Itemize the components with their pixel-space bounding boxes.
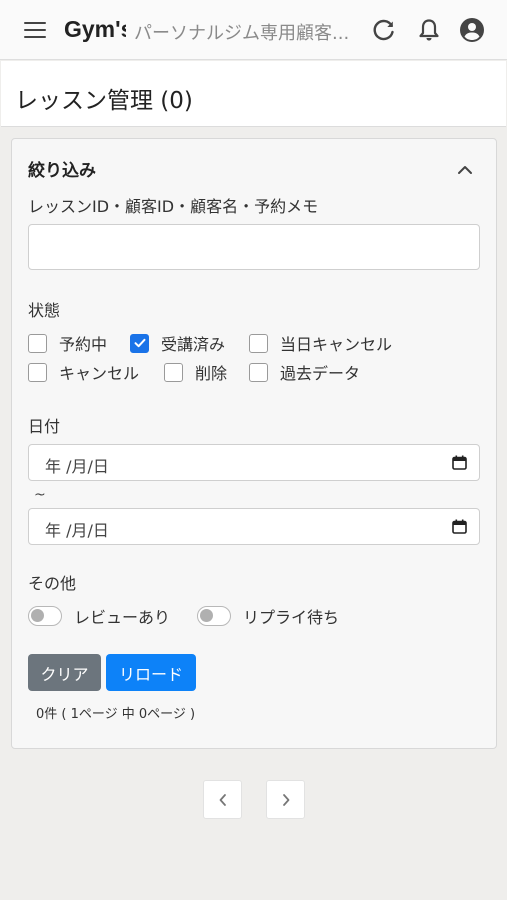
menu-icon[interactable] xyxy=(24,22,46,39)
calendar-icon[interactable] xyxy=(452,519,467,534)
toggle-switch[interactable] xyxy=(28,606,62,626)
date-to-placeholder: 年 /月/日 xyxy=(45,521,109,540)
bell-icon[interactable] xyxy=(416,17,442,43)
date-to-input[interactable]: 年 /月/日 xyxy=(28,508,480,545)
date-label: 日付 xyxy=(28,417,61,436)
reload-icon[interactable] xyxy=(371,17,397,43)
clear-button[interactable]: クリア xyxy=(28,654,101,691)
app-subtitle: パーソナルジム専用顧客... xyxy=(134,23,350,44)
checkbox-label: 受講済み xyxy=(161,335,226,354)
checkbox-label: 当日キャンセル xyxy=(280,335,393,354)
date-from-placeholder: 年 /月/日 xyxy=(45,457,109,476)
search-label: レッスンID・顧客ID・顧客名・予約メモ xyxy=(28,197,319,216)
reply-waiting-toggle[interactable]: リプライ待ち xyxy=(197,604,339,628)
other-label: その他 xyxy=(28,574,77,593)
checkbox-label: 過去データ xyxy=(280,364,361,383)
toggle-label: リプライ待ち xyxy=(243,608,340,627)
checkbox[interactable] xyxy=(249,362,268,382)
checkbox[interactable] xyxy=(164,362,183,382)
filter-heading: 絞り込み xyxy=(28,161,96,181)
status-checkbox-cancelled[interactable]: キャンセル xyxy=(28,360,139,384)
checkbox[interactable] xyxy=(249,333,268,353)
brand-logo-text: Gym's xyxy=(64,16,126,42)
status-checkbox-attended[interactable]: 受講済み xyxy=(130,331,225,355)
search-input[interactable] xyxy=(28,224,480,270)
checkbox-checked[interactable] xyxy=(130,333,149,353)
checkbox-label: 予約中 xyxy=(59,335,108,354)
account-icon[interactable] xyxy=(459,17,485,43)
checkbox[interactable] xyxy=(28,362,47,382)
chevron-left-icon xyxy=(219,793,226,806)
status-checkbox-same-day-cancel[interactable]: 当日キャンセル xyxy=(249,331,392,355)
checkbox[interactable] xyxy=(28,333,47,353)
next-page-button[interactable] xyxy=(266,780,305,819)
checkbox-label: 削除 xyxy=(195,364,228,383)
toggle-switch[interactable] xyxy=(197,606,231,626)
top-app-bar: Gym's パーソナルジム専用顧客... xyxy=(0,0,507,60)
checkbox-label: キャンセル xyxy=(59,364,140,383)
page-title: レッスン管理 (0) xyxy=(15,88,193,114)
page-header: レッスン管理 (0) xyxy=(1,61,506,127)
status-checkbox-deleted[interactable]: 削除 xyxy=(164,360,227,384)
toggle-label: レビューあり xyxy=(74,608,171,627)
status-checkbox-reserved[interactable]: 予約中 xyxy=(28,331,107,355)
previous-page-button[interactable] xyxy=(203,780,242,819)
date-range-separator: ~ xyxy=(34,487,46,503)
chevron-up-icon[interactable] xyxy=(456,163,474,177)
reload-button[interactable]: リロード xyxy=(106,654,196,691)
filter-card: 絞り込み レッスンID・顧客ID・顧客名・予約メモ 状態 予約中 受講済み 当日… xyxy=(11,138,497,749)
calendar-icon[interactable] xyxy=(452,455,467,470)
date-from-input[interactable]: 年 /月/日 xyxy=(28,444,480,481)
status-label: 状態 xyxy=(28,301,61,320)
status-checkbox-past-data[interactable]: 過去データ xyxy=(249,360,360,384)
review-toggle[interactable]: レビューあり xyxy=(28,604,170,628)
chevron-right-icon xyxy=(282,793,289,806)
result-count: 0件 ( 1ページ 中 0ページ ) xyxy=(36,707,196,722)
